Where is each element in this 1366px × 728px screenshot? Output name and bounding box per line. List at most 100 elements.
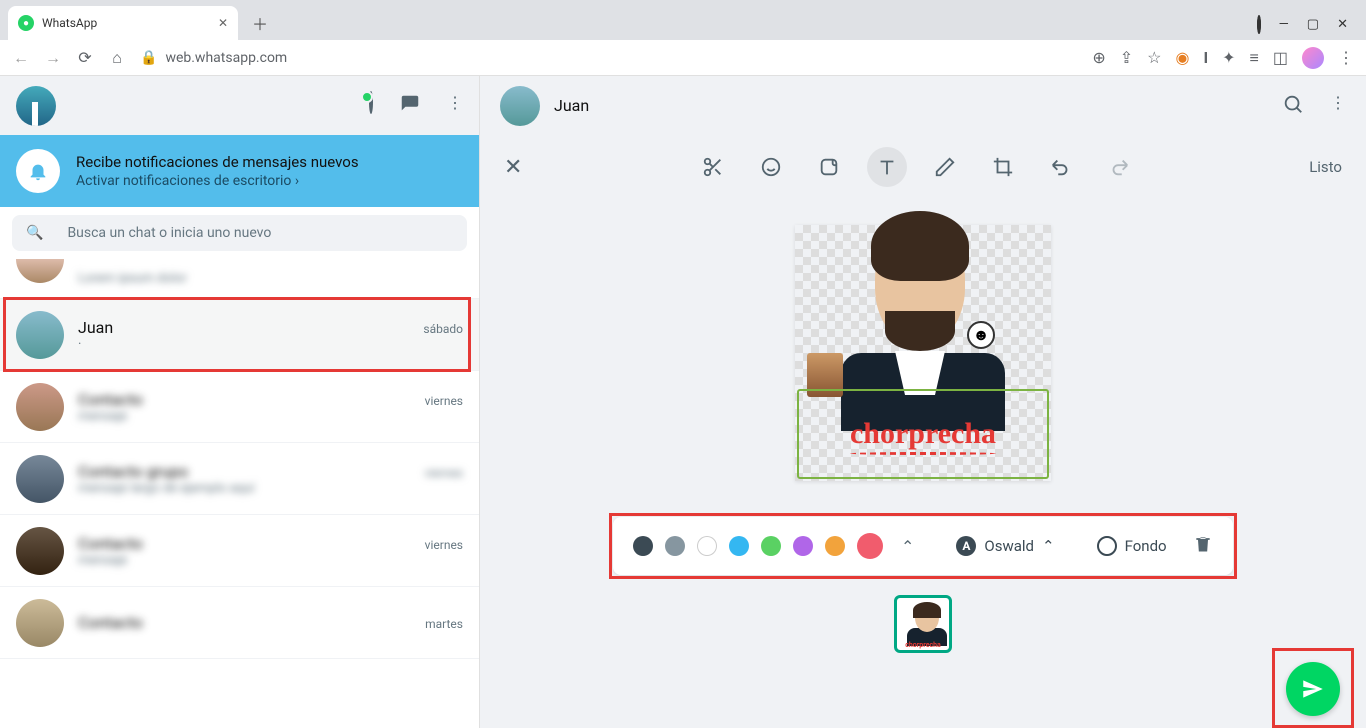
- new-tab-button[interactable]: ＋: [246, 9, 274, 37]
- color-swatch-white[interactable]: [697, 536, 717, 556]
- background-picker[interactable]: Fondo: [1097, 536, 1167, 556]
- account-circle-icon[interactable]: [1257, 17, 1261, 32]
- undo-icon[interactable]: [1041, 147, 1081, 187]
- color-swatch-purple[interactable]: [793, 536, 813, 556]
- tab-title: WhatsApp: [42, 16, 210, 30]
- browser-tab-strip: ● WhatsApp ✕ ＋ — ▢ ✕: [0, 0, 1366, 40]
- whatsapp-favicon: ●: [18, 15, 34, 31]
- url-field[interactable]: 🔒 web.whatsapp.com: [140, 50, 1078, 66]
- sidebar-header: ⋮: [0, 76, 479, 135]
- menu-dots-icon[interactable]: ⋮: [447, 93, 463, 119]
- font-picker[interactable]: A Oswald ⌃: [956, 536, 1054, 556]
- chat-list: Lorem ipsum dolor Juan sábado · Conta: [0, 259, 479, 728]
- chat-avatar: [16, 311, 64, 359]
- sticker-canvas[interactable]: ☻ chorprecha: [795, 225, 1051, 481]
- puzzle-icon[interactable]: ✦: [1222, 48, 1235, 67]
- chat-name: Contacto: [78, 613, 143, 632]
- sticker-thumbnail[interactable]: chorprecha: [894, 595, 952, 653]
- bg-label: Fondo: [1125, 537, 1167, 555]
- chat-item[interactable]: Contacto viernes mensaje: [0, 371, 479, 443]
- trash-icon[interactable]: [1193, 534, 1213, 558]
- notification-action[interactable]: Activar notificaciones de escritorio ›: [76, 173, 359, 189]
- draw-tool-icon[interactable]: [925, 147, 965, 187]
- menu-icon[interactable]: ⋮: [1338, 48, 1354, 67]
- color-swatch-gray[interactable]: [665, 536, 685, 556]
- sticker-text[interactable]: chorprecha: [850, 417, 996, 451]
- cut-tool-icon[interactable]: [693, 147, 733, 187]
- side-panel-icon[interactable]: ◫: [1273, 48, 1288, 67]
- reading-list-icon[interactable]: ≡: [1250, 48, 1259, 68]
- sticker-tool-icon[interactable]: [809, 147, 849, 187]
- search-icon[interactable]: [1282, 93, 1304, 119]
- extension-icon[interactable]: I: [1203, 48, 1208, 67]
- color-swatch-dark[interactable]: [633, 536, 653, 556]
- status-icon[interactable]: [369, 93, 373, 119]
- font-a-icon: A: [956, 536, 976, 556]
- home-icon[interactable]: ⌂: [108, 48, 126, 68]
- main-panel: Juan ⋮ ✕ Listo: [480, 76, 1366, 728]
- chat-time: viernes: [425, 466, 463, 480]
- lock-icon: 🔒: [140, 50, 157, 66]
- chat-time: viernes: [425, 394, 463, 408]
- forward-icon[interactable]: →: [44, 48, 62, 68]
- chat-avatar: [16, 455, 64, 503]
- address-bar: ← → ⟳ ⌂ 🔒 web.whatsapp.com ⊕ ⇪ ☆ ◉ I ✦ ≡…: [0, 40, 1366, 76]
- circle-outline-icon: [1097, 536, 1117, 556]
- chat-item[interactable]: Contacto grupo viernes mensaje largo de …: [0, 443, 479, 515]
- chat-avatar: [16, 527, 64, 575]
- search-input[interactable]: 🔍 Busca un chat o inicia uno nuevo: [12, 215, 467, 251]
- minimize-icon[interactable]: —: [1279, 17, 1289, 32]
- chat-item-juan[interactable]: Juan sábado ·: [0, 299, 479, 371]
- chat-preview: mensaje: [78, 553, 463, 568]
- share-icon[interactable]: ⇪: [1120, 48, 1133, 67]
- redo-icon[interactable]: [1099, 147, 1139, 187]
- emoji-tool-icon[interactable]: [751, 147, 791, 187]
- chat-preview: mensaje largo de ejemplo aquí: [78, 481, 463, 496]
- extension-icon[interactable]: ◉: [1175, 48, 1189, 67]
- close-window-icon[interactable]: ✕: [1337, 17, 1348, 32]
- crop-tool-icon[interactable]: [983, 147, 1023, 187]
- reload-icon[interactable]: ⟳: [76, 48, 94, 67]
- contact-avatar[interactable]: [500, 86, 540, 126]
- text-tool-icon[interactable]: [867, 147, 907, 187]
- chat-preview: mensaje: [78, 409, 463, 424]
- color-swatch-orange[interactable]: [825, 536, 845, 556]
- chat-preview: ·: [78, 337, 463, 352]
- url-text: web.whatsapp.com: [165, 50, 287, 66]
- chevron-up-icon[interactable]: ⌃: [901, 537, 914, 556]
- window-controls: — ▢ ✕: [1257, 17, 1366, 40]
- menu-dots-icon[interactable]: ⋮: [1330, 93, 1346, 119]
- canvas-area: ☻ chorprecha ⌃ A: [480, 199, 1366, 728]
- done-button[interactable]: Listo: [1309, 158, 1342, 176]
- color-swatch-blue[interactable]: [729, 536, 749, 556]
- back-icon[interactable]: ←: [12, 48, 30, 68]
- contact-name: Juan: [554, 96, 589, 115]
- chat-item[interactable]: Contacto viernes mensaje: [0, 515, 479, 587]
- color-swatch-green[interactable]: [761, 536, 781, 556]
- send-button[interactable]: [1286, 662, 1340, 716]
- text-selection-box[interactable]: chorprecha: [797, 389, 1049, 479]
- close-tab-icon[interactable]: ✕: [218, 16, 228, 30]
- new-chat-icon[interactable]: [399, 93, 421, 119]
- notification-title: Recibe notificaciones de mensajes nuevos: [76, 153, 359, 171]
- search-placeholder: Busca un chat o inicia uno nuevo: [67, 225, 271, 241]
- chat-time: viernes: [425, 538, 463, 552]
- chat-item[interactable]: Lorem ipsum dolor: [0, 259, 479, 299]
- color-swatch-red-selected[interactable]: [857, 533, 883, 559]
- chat-name: Contacto: [78, 534, 143, 553]
- browser-tab[interactable]: ● WhatsApp ✕: [8, 6, 238, 40]
- close-icon[interactable]: ✕: [504, 155, 522, 180]
- sidebar: ⋮ Recibe notificaciones de mensajes nuev…: [0, 76, 480, 728]
- chat-header: Juan ⋮: [480, 76, 1366, 135]
- bell-off-icon: [16, 149, 60, 193]
- maximize-icon[interactable]: ▢: [1307, 17, 1319, 32]
- star-icon[interactable]: ☆: [1147, 48, 1161, 67]
- my-avatar[interactable]: [16, 86, 56, 126]
- text-controls-bar: ⌃ A Oswald ⌃ Fondo: [613, 517, 1233, 575]
- zoom-icon[interactable]: ⊕: [1092, 48, 1105, 67]
- emoji-overlay-icon[interactable]: ☻: [967, 321, 995, 349]
- notification-banner[interactable]: Recibe notificaciones de mensajes nuevos…: [0, 135, 479, 207]
- profile-avatar-icon[interactable]: [1302, 47, 1324, 69]
- chat-item[interactable]: Contacto martes: [0, 587, 479, 659]
- font-name: Oswald: [984, 537, 1034, 555]
